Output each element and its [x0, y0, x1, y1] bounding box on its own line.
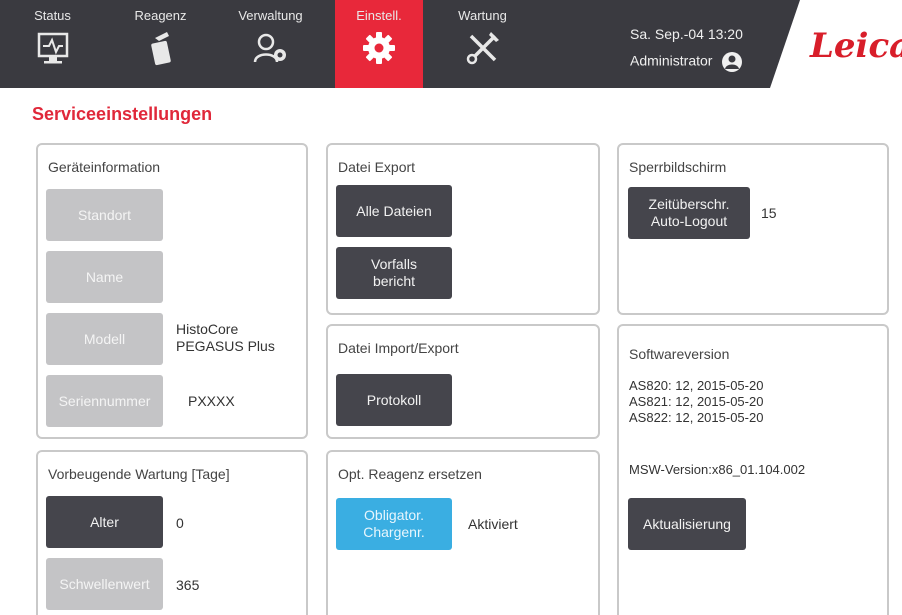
- location-button[interactable]: Standort: [46, 189, 163, 241]
- protocol-button[interactable]: Protokoll: [336, 374, 452, 426]
- model-value: HistoCore PEGASUS Plus: [176, 321, 275, 355]
- model-button[interactable]: Modell: [46, 313, 163, 365]
- nav-label: Einstell.: [356, 8, 402, 23]
- monitor-icon: [37, 32, 68, 64]
- lock-screen-panel: Sperrbildschirm Zeitüberschr. Auto-Logou…: [617, 143, 889, 315]
- mandatory-line2: Chargenr.: [363, 524, 425, 540]
- panel-title: Sperrbildschirm: [629, 159, 727, 175]
- panel-title: Datei Export: [338, 159, 416, 175]
- firmware-versions: AS820: 12, 2015-05-20 AS821: 12, 2015-05…: [629, 378, 763, 426]
- nav-item-settings[interactable]: Einstell.: [335, 0, 423, 88]
- msw-version: MSW-Version:x86_01.104.002: [629, 462, 806, 477]
- as820-version: AS820: 12, 2015-05-20: [629, 378, 764, 393]
- nav-item-reagent[interactable]: Reagenz: [118, 0, 203, 88]
- reagent-replace-status: Aktiviert: [468, 516, 518, 532]
- threshold-value: 365: [176, 577, 200, 593]
- mandatory-line1: Obligator.: [364, 507, 424, 524]
- file-export-panel: Datei Export Alle Dateien Vorfalls beric…: [326, 143, 600, 315]
- date-time: Sa. Sep.-04 13:20: [630, 26, 743, 42]
- current-user[interactable]: Administrator: [630, 52, 743, 72]
- timeout-line1: Zeitüberschr.: [648, 196, 730, 213]
- age-value: 0: [176, 515, 184, 531]
- preventive-maintenance-panel: Vorbeugende Wartung [Tage] Alter 0 Schwe…: [36, 450, 308, 615]
- reagent-replace-panel: Opt. Reagenz ersetzen Obligator. Chargen…: [326, 450, 600, 615]
- panel-title: Softwareversion: [629, 346, 730, 362]
- incident-report-line1: Vorfalls: [371, 256, 417, 273]
- nav-label: Status: [34, 8, 71, 23]
- age-button[interactable]: Alter: [46, 496, 163, 548]
- device-info-panel: Geräteinformation Standort Name Modell H…: [36, 143, 308, 439]
- serial-number-button[interactable]: Seriennummer: [46, 375, 163, 427]
- threshold-button[interactable]: Schwellenwert: [46, 558, 163, 610]
- panel-title: Vorbeugende Wartung [Tage]: [48, 466, 230, 482]
- admin-users-icon: [253, 33, 286, 63]
- incident-report-button[interactable]: Vorfalls bericht: [336, 247, 452, 299]
- update-button[interactable]: Aktualisierung: [628, 498, 746, 550]
- incident-report-line2: bericht: [372, 273, 416, 289]
- nav-item-maintenance[interactable]: Wartung: [440, 0, 525, 88]
- nav-label: Verwaltung: [238, 8, 303, 23]
- timeout-value: 15: [761, 205, 777, 221]
- software-version-panel: Softwareversion AS820: 12, 2015-05-20 AS…: [617, 324, 889, 615]
- timeout-line2: Auto-Logout: [650, 213, 728, 229]
- leica-logo: Leica: [810, 26, 902, 66]
- panel-title: Datei Import/Export: [338, 340, 459, 356]
- auto-logout-timeout-button[interactable]: Zeitüberschr. Auto-Logout: [628, 187, 750, 239]
- user-name: Administrator: [630, 52, 713, 69]
- panel-title: Opt. Reagenz ersetzen: [338, 466, 482, 482]
- model-value-line2: PEGASUS Plus: [176, 337, 275, 354]
- panel-title: Geräteinformation: [48, 159, 161, 175]
- nav-item-admin[interactable]: Verwaltung: [228, 0, 313, 88]
- all-files-button[interactable]: Alle Dateien: [336, 185, 452, 237]
- nav-label: Wartung: [458, 8, 507, 23]
- file-import-export-panel: Datei Import/Export Protokoll: [326, 324, 600, 439]
- user-avatar-icon: [722, 52, 743, 72]
- nav-label: Reagenz: [134, 8, 187, 23]
- mandatory-lot-number-button[interactable]: Obligator. Chargenr.: [336, 498, 452, 550]
- page-title: Serviceeinstellungen: [32, 104, 213, 124]
- reagent-bottle-icon: [150, 32, 171, 66]
- gear-icon: [363, 32, 395, 64]
- as821-version: AS821: 12, 2015-05-20: [629, 394, 764, 409]
- serial-number-value: PXXXX: [188, 393, 235, 409]
- as822-version: AS822: 12, 2015-05-20: [629, 410, 764, 425]
- tools-icon: [466, 32, 499, 65]
- nav-item-status[interactable]: Status: [10, 0, 95, 88]
- model-value-line1: HistoCore: [176, 321, 239, 337]
- name-button[interactable]: Name: [46, 251, 163, 303]
- top-bar: Status Reagenz Verwaltung Einstell. Wart…: [0, 0, 902, 88]
